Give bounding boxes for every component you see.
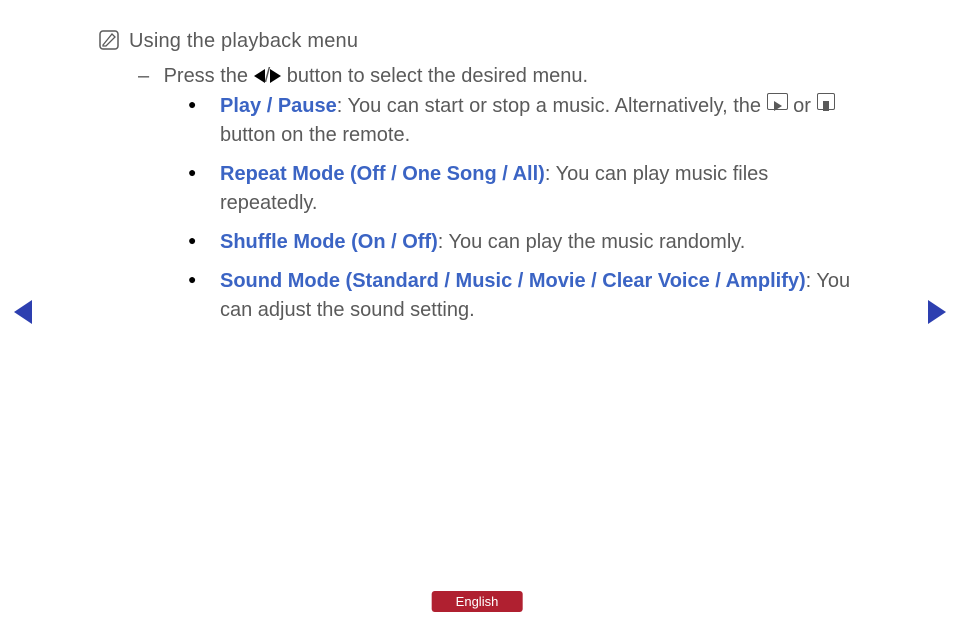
- list-item: Repeat Mode (Off / One Song / All): You …: [188, 160, 864, 218]
- chevron-right-icon: [928, 300, 946, 324]
- item-label: Shuffle Mode (On / Off): [220, 231, 438, 253]
- page-prev-button[interactable]: [14, 300, 32, 324]
- section-title: Using the playback menu: [129, 30, 358, 53]
- item-desc: : You can play the music randomly.: [438, 231, 746, 253]
- pause-button-icon: [817, 93, 835, 110]
- item-desc-middle: or: [788, 95, 817, 117]
- play-button-icon: [767, 93, 788, 110]
- item-label: Repeat Mode (Off / One Song / All): [220, 163, 545, 185]
- right-arrow-icon: [270, 69, 281, 83]
- item-label: Sound Mode (Standard / Music / Movie / C…: [220, 270, 806, 292]
- bullet-list: Play / Pause: You can start or stop a mu…: [188, 92, 864, 335]
- language-badge: English: [432, 591, 523, 612]
- chevron-left-icon: [14, 300, 32, 324]
- list-item: Sound Mode (Standard / Music / Movie / C…: [188, 267, 864, 325]
- item-desc-before: : You can start or stop a music. Alterna…: [337, 95, 767, 117]
- instruction-prefix: Press the: [164, 65, 254, 87]
- item-label: Play / Pause: [220, 95, 337, 117]
- list-item: Shuffle Mode (On / Off): You can play th…: [188, 228, 864, 257]
- page-next-button[interactable]: [928, 300, 946, 324]
- item-desc-after: button on the remote.: [220, 124, 410, 146]
- dash-icon: –: [138, 65, 158, 88]
- left-arrow-icon: [254, 69, 265, 83]
- instruction-suffix: button to select the desired menu.: [281, 65, 588, 87]
- note-icon: [99, 30, 119, 50]
- list-item: Play / Pause: You can start or stop a mu…: [188, 92, 864, 150]
- instruction-row: – Press the / button to select the desir…: [138, 65, 894, 88]
